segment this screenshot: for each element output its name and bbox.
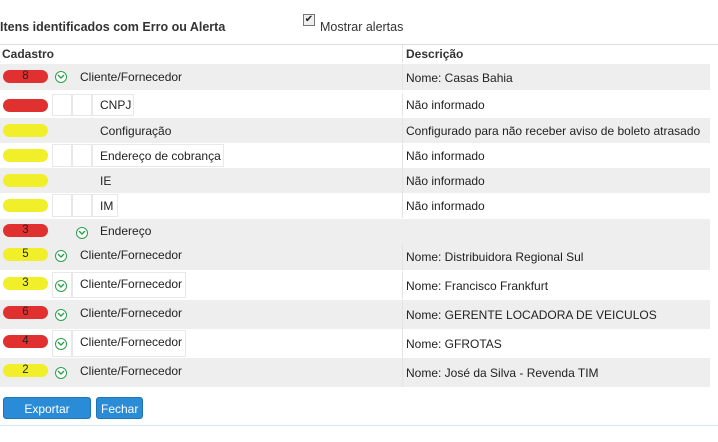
- indent-cell: [72, 194, 92, 217]
- chevron-down-icon[interactable]: [55, 280, 67, 292]
- row-label: Endereço: [100, 224, 152, 238]
- row-label: Cliente/Fornecedor: [80, 306, 183, 320]
- row-description: Nome: Distribuidora Regional Sul: [406, 250, 584, 264]
- alert-status-badge: [3, 174, 48, 187]
- row-label: Configuração: [100, 124, 172, 138]
- alert-count-badge: 5: [3, 248, 48, 261]
- row-label: Cliente/Fornecedor: [80, 248, 183, 262]
- show-alerts-label: Mostrar alertas: [320, 20, 404, 34]
- indent-cell: [72, 144, 92, 167]
- table-row[interactable]: IM Não informado: [0, 193, 710, 218]
- cell-divider: [402, 118, 403, 143]
- row-description: Nome: José da Silva - Revenda TIM: [406, 366, 599, 380]
- section-title: Itens identificados com Erro ou Alerta: [0, 20, 226, 34]
- alert-count-badge: 3: [3, 277, 48, 290]
- chevron-down-icon[interactable]: [55, 367, 67, 379]
- row-label: IE: [100, 174, 112, 188]
- table-row[interactable]: 8 Cliente/Fornecedor Nome: Casas Bahia: [0, 64, 710, 90]
- error-status-badge: [3, 99, 48, 112]
- check-icon: ✔: [304, 14, 314, 25]
- column-header-cadastro: Cadastro: [2, 47, 55, 61]
- error-count-badge: 6: [3, 306, 48, 319]
- chevron-down-icon[interactable]: [76, 227, 88, 239]
- row-label: Endereço de cobrança: [100, 149, 221, 163]
- cell-divider: [402, 93, 403, 117]
- error-count-badge: 4: [3, 335, 48, 348]
- row-label: IM: [100, 199, 114, 213]
- indent-cell: [52, 94, 72, 116]
- row-description: Nome: Casas Bahia: [406, 71, 513, 85]
- header-divider: [0, 44, 718, 45]
- column-header-descricao: Descrição: [406, 47, 464, 61]
- alert-count-badge: 2: [3, 364, 48, 377]
- row-label: Cliente/Fornecedor: [80, 277, 183, 291]
- row-description: Nome: Francisco Frankfurt: [406, 279, 549, 293]
- chevron-down-icon[interactable]: [55, 309, 67, 321]
- cell-divider: [402, 64, 403, 90]
- cell-divider: [402, 358, 403, 387]
- table-row[interactable]: 4 Cliente/Fornecedor Nome: GFROTAS: [0, 329, 710, 358]
- table-row[interactable]: 3 Endereço: [0, 219, 710, 243]
- indent-cell: [52, 194, 72, 217]
- footer-divider: [0, 425, 718, 426]
- cell-divider: [402, 243, 403, 270]
- row-description: Não informado: [406, 149, 485, 163]
- row-description: Não informado: [406, 174, 485, 188]
- chevron-down-icon[interactable]: [55, 338, 67, 350]
- table-row[interactable]: CNPJ Não informado: [0, 93, 710, 117]
- row-label: Cliente/Fornecedor: [80, 70, 183, 84]
- chevron-down-icon[interactable]: [55, 71, 67, 83]
- error-count-badge: 8: [3, 70, 48, 83]
- row-description: Nome: GERENTE LOCADORA DE VEICULOS: [406, 308, 657, 322]
- row-description: Não informado: [406, 98, 485, 112]
- close-button[interactable]: Fechar: [96, 397, 143, 419]
- table-row[interactable]: 3 Cliente/Fornecedor Nome: Francisco Fra…: [0, 271, 710, 299]
- row-description: Configurado para não receber aviso de bo…: [406, 124, 701, 138]
- cell-divider: [402, 168, 403, 193]
- indent-cell: [72, 94, 92, 116]
- alert-status-badge: [3, 149, 48, 162]
- chevron-down-icon[interactable]: [55, 250, 67, 262]
- show-alerts-toggle[interactable]: ✔ Mostrar alertas: [303, 14, 403, 34]
- error-count-badge: 3: [3, 224, 48, 237]
- cell-divider: [402, 300, 403, 329]
- export-excel-button[interactable]: Exportar Excel: [3, 397, 91, 438]
- row-label: Cliente/Fornecedor: [80, 364, 183, 378]
- cell-divider: [402, 193, 403, 218]
- cell-divider: [402, 143, 403, 168]
- cell-divider: [402, 329, 403, 358]
- table-row[interactable]: Endereço de cobrança Não informado: [0, 143, 710, 168]
- alert-status-badge: [3, 124, 48, 137]
- alert-status-badge: [3, 199, 48, 212]
- row-description: Não informado: [406, 199, 485, 213]
- row-label: Cliente/Fornecedor: [80, 335, 183, 349]
- indent-cell: [52, 144, 72, 167]
- table-row[interactable]: 2 Cliente/Fornecedor Nome: José da Silva…: [0, 358, 710, 387]
- table-row[interactable]: IE Não informado: [0, 168, 710, 193]
- cell-divider: [402, 271, 403, 299]
- row-description: Nome: GFROTAS: [406, 337, 502, 351]
- table-row[interactable]: 5 Cliente/Fornecedor Nome: Distribuidora…: [0, 243, 710, 270]
- column-divider: [402, 45, 403, 63]
- show-alerts-checkbox[interactable]: ✔: [303, 14, 315, 26]
- table-row[interactable]: 6 Cliente/Fornecedor Nome: GERENTE LOCAD…: [0, 300, 710, 329]
- table-row[interactable]: Configuração Configurado para não recebe…: [0, 118, 710, 143]
- row-label: CNPJ: [100, 98, 132, 112]
